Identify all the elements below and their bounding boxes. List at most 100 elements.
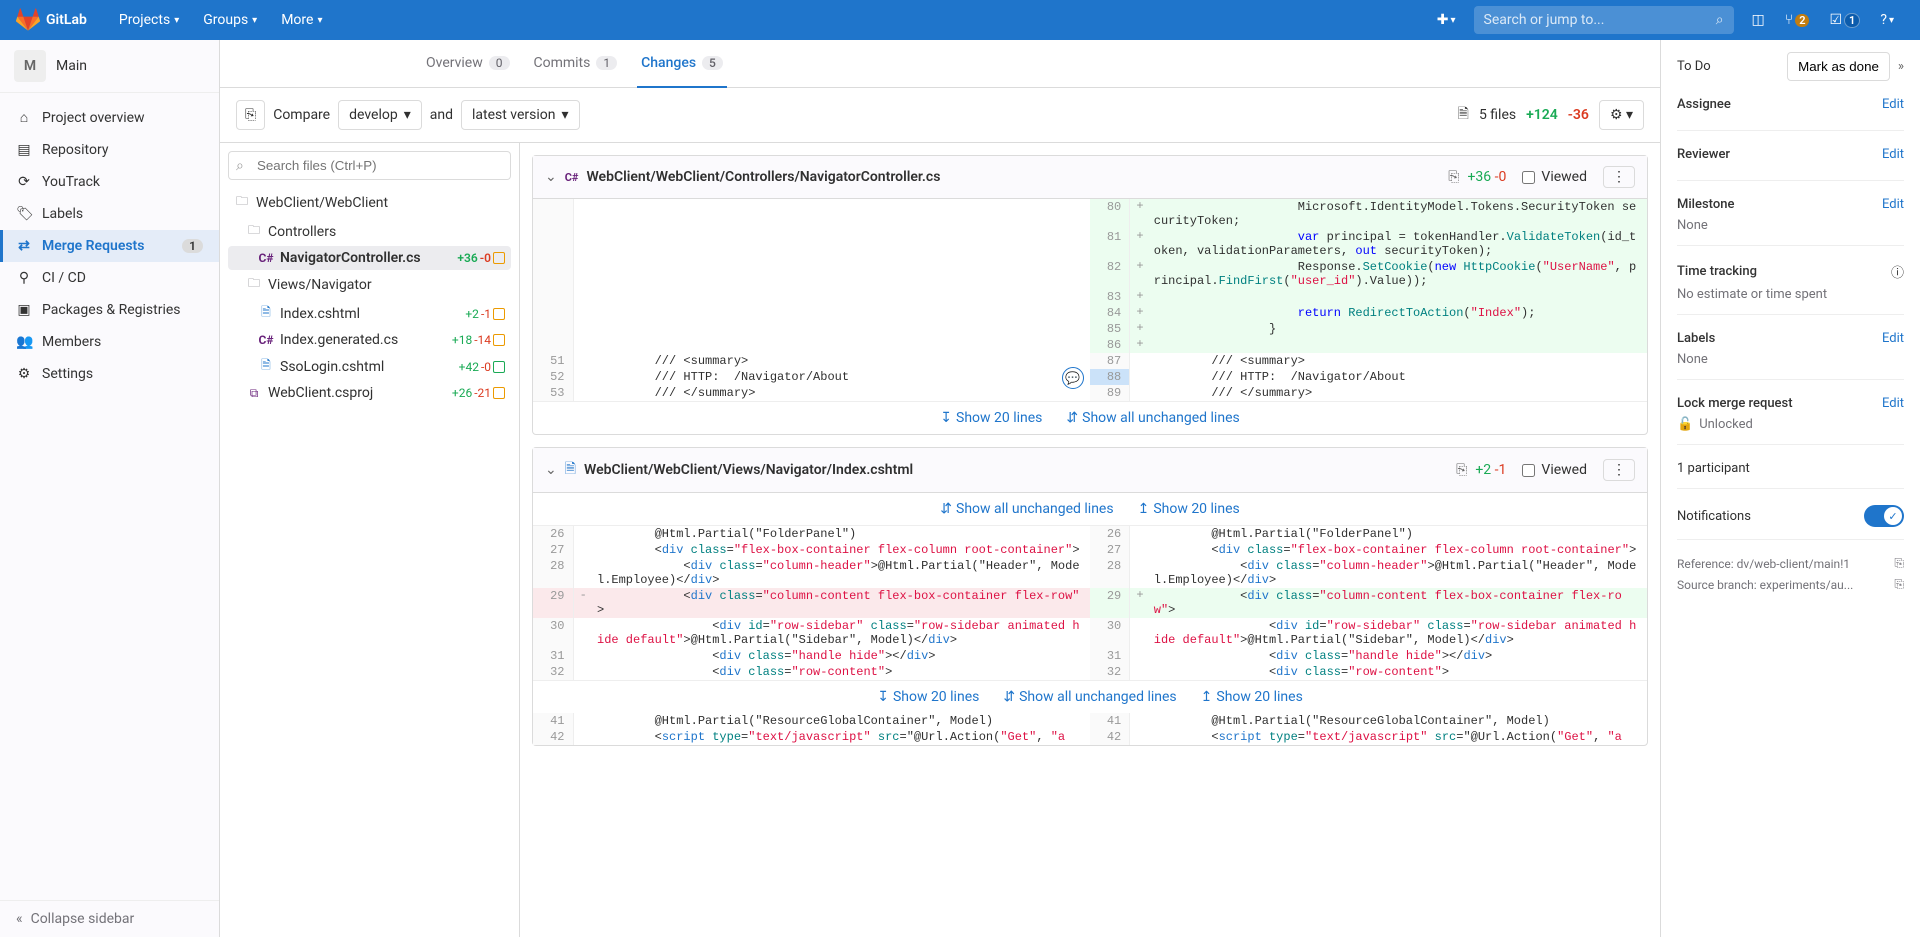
notifications-label: Notifications (1677, 509, 1751, 524)
gitlab-icon (16, 8, 40, 32)
sidebar-item-members[interactable]: 👥Members (0, 326, 219, 358)
diff-settings-button[interactable]: ⚙ ▾ (1599, 100, 1644, 130)
csharp-icon: C# (565, 171, 579, 184)
gitlab-logo[interactable]: GitLab (16, 8, 87, 32)
lock-value: Unlocked (1699, 417, 1753, 432)
assignee-label: Assignee (1677, 97, 1731, 112)
milestone-label: Milestone (1677, 197, 1734, 212)
todo-label: To Do (1677, 59, 1711, 74)
tree-folder-views[interactable]: 🗀Views/Navigator (228, 270, 511, 299)
top-navbar: GitLab Projects▾ Groups▾ More▾ ✚▾ Search… (0, 0, 1920, 40)
nav-more[interactable]: More▾ (269, 12, 334, 28)
sidebar-item-cicd[interactable]: ⚲CI / CD (0, 262, 219, 294)
tree-file-index-cshtml[interactable]: 🗎Index.cshtml+2 -1 (228, 299, 511, 328)
global-search[interactable]: Search or jump to... ⌕ (1474, 6, 1734, 34)
brand-text: GitLab (46, 12, 87, 28)
sidebar-item-youtrack[interactable]: ⟳YouTrack (0, 166, 219, 198)
show-20-lines-link[interactable]: ↧ Show 20 lines (940, 410, 1042, 426)
tab-overview[interactable]: Overview0 (422, 40, 514, 88)
source-branch-dropdown[interactable]: develop▾ (338, 100, 422, 130)
show-20-lines-link[interactable]: ↥ Show 20 lines (1138, 501, 1240, 517)
todos-icon[interactable]: ☑1 (1819, 12, 1870, 28)
edit-labels-link[interactable]: Edit (1882, 331, 1904, 346)
collapse-file-icon[interactable]: ⌄ (545, 462, 557, 478)
mr-tabs: Overview0 Commits1 Changes5 (220, 40, 1660, 88)
packages-icon: ▣ (16, 302, 32, 318)
viewed-checkbox[interactable]: Viewed (1522, 169, 1587, 185)
collapse-file-icon[interactable]: ⌄ (545, 169, 557, 185)
show-20-lines-up-link[interactable]: ↥ Show 20 lines (1201, 689, 1303, 705)
help-icon[interactable]: ?▾ (1870, 12, 1904, 28)
tree-file-sso-login[interactable]: 🗎SsoLogin.cshtml+42 -0 (228, 352, 511, 381)
tab-changes[interactable]: Changes5 (637, 40, 727, 88)
show-all-unchanged-link[interactable]: ⇵ Show all unchanged lines (1003, 689, 1176, 705)
show-all-unchanged-link[interactable]: ⇵ Show all unchanged lines (940, 501, 1113, 517)
tree-file-csproj[interactable]: ⧉WebClient.csproj+26 -21 (228, 381, 511, 405)
tree-toggle-icon[interactable]: ⎘ (236, 100, 265, 130)
cicd-icon: ⚲ (16, 270, 32, 286)
file-menu-button[interactable]: ⋮ (1603, 459, 1635, 481)
copy-path-icon[interactable]: ⎘ (1448, 169, 1459, 185)
sidebar-item-repository[interactable]: ▤Repository (0, 134, 219, 166)
labels-label: Labels (1677, 331, 1715, 346)
copy-path-icon[interactable]: ⎘ (1456, 462, 1467, 478)
project-avatar: M (14, 50, 46, 82)
project-header[interactable]: M Main (0, 40, 219, 93)
issues-icon[interactable]: ◫ (1742, 12, 1775, 28)
chevron-down-icon: ▾ (317, 15, 322, 26)
csharp-icon: C# (258, 333, 274, 347)
expand-sidebar-icon[interactable]: » (1898, 59, 1904, 74)
nav-groups[interactable]: Groups▾ (191, 12, 269, 28)
tree-folder-root[interactable]: 🗀WebClient/WebClient (228, 188, 511, 217)
diff-area: ⌄ C# WebClient/WebClient/Controllers/Nav… (520, 143, 1660, 937)
viewed-checkbox[interactable]: Viewed (1522, 462, 1587, 478)
edit-lock-link[interactable]: Edit (1882, 396, 1904, 411)
files-count: 5 files (1479, 107, 1516, 123)
tree-folder-controllers[interactable]: 🗀Controllers (228, 217, 511, 246)
tree-file-navigator-controller[interactable]: C#NavigatorController.cs+36 -0 (228, 246, 511, 270)
chevron-down-icon: ▾ (562, 107, 569, 123)
show-20-lines-link[interactable]: ↧ Show 20 lines (877, 689, 979, 705)
help-icon[interactable]: ⓘ (1891, 262, 1904, 281)
sidebar-item-overview[interactable]: ⌂Project overview (0, 101, 219, 134)
gear-icon: ⚙ (16, 366, 32, 382)
csharp-icon: C# (258, 251, 274, 265)
file-menu-button[interactable]: ⋮ (1603, 166, 1635, 188)
sidebar-item-packages[interactable]: ▣Packages & Registries (0, 294, 219, 326)
labels-icon: 🏷 (16, 206, 32, 222)
collapse-sidebar[interactable]: «Collapse sidebar (0, 900, 219, 937)
file-icon: 🗎 (565, 458, 576, 482)
diff-table-2b: 41 @Html.Partial("ResourceGlobalContaine… (533, 713, 1647, 745)
copy-reference-icon[interactable]: ⎘ (1894, 556, 1904, 571)
project-name: Main (56, 58, 87, 74)
sidebar-item-settings[interactable]: ⚙Settings (0, 358, 219, 390)
search-icon: ⌕ (236, 158, 244, 174)
plus-button[interactable]: ✚▾ (1427, 12, 1466, 28)
notifications-toggle[interactable] (1864, 505, 1904, 527)
sidebar-item-merge-requests[interactable]: ⇄Merge Requests1 (0, 230, 219, 262)
diff-file-1: ⌄ C# WebClient/WebClient/Controllers/Nav… (532, 155, 1648, 435)
edit-milestone-link[interactable]: Edit (1882, 197, 1904, 212)
tab-commits[interactable]: Commits1 (530, 40, 622, 88)
chevron-down-icon: ▾ (174, 15, 179, 26)
edit-reviewer-link[interactable]: Edit (1882, 147, 1904, 162)
labels-value: None (1677, 352, 1904, 367)
nav-projects[interactable]: Projects▾ (107, 12, 191, 28)
lock-label: Lock merge request (1677, 396, 1793, 411)
total-additions: +124 (1526, 107, 1558, 123)
and-label: and (430, 107, 453, 123)
show-all-unchanged-link[interactable]: ⇵ Show all unchanged lines (1066, 410, 1239, 426)
comment-icon[interactable]: 💬 (1062, 367, 1084, 389)
target-version-dropdown[interactable]: latest version▾ (461, 100, 580, 130)
sidebar-item-labels[interactable]: 🏷Labels (0, 198, 219, 230)
merge-requests-icon[interactable]: ⑂2 (1775, 12, 1820, 28)
participants-label: 1 participant (1677, 461, 1904, 476)
mr-sidebar: To Do Mark as done » AssigneeEdit Review… (1660, 40, 1920, 937)
edit-assignee-link[interactable]: Edit (1882, 97, 1904, 112)
search-files-input[interactable] (228, 151, 511, 180)
tree-file-index-generated[interactable]: C#Index.generated.cs+18 -14 (228, 328, 511, 352)
mark-as-done-button[interactable]: Mark as done (1787, 52, 1890, 81)
copy-branch-icon[interactable]: ⎘ (1894, 577, 1904, 592)
collapse-icon: « (16, 911, 23, 927)
file-path: WebClient/WebClient/Controllers/Navigato… (586, 169, 1440, 185)
